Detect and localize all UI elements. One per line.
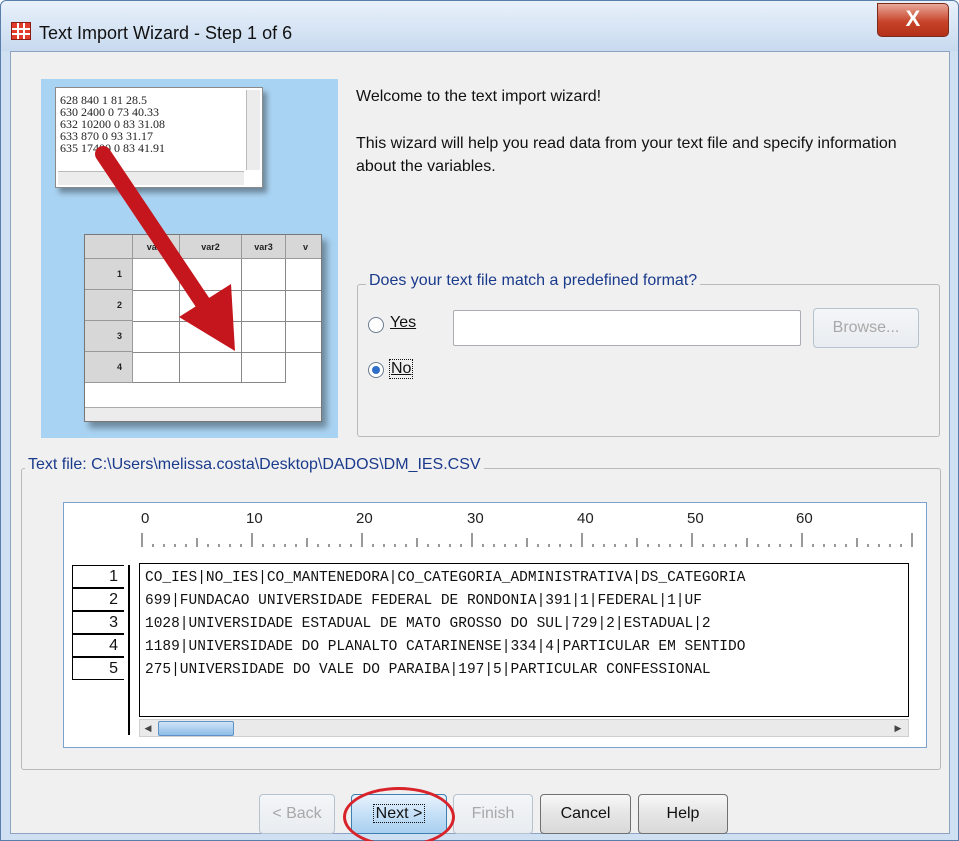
illustration-text-file: 628 840 1 81 28.5 630 2400 0 73 40.33 63…: [55, 87, 263, 188]
no-radio-label[interactable]: No: [389, 359, 414, 379]
spss-grid-icon: [11, 22, 31, 40]
help-button[interactable]: Help: [638, 794, 728, 834]
illustration-scrollbar: [246, 90, 260, 170]
row-number: 3: [72, 611, 124, 634]
title-bar: Text Import Wizard - Step 1 of 6 X: [1, 1, 958, 51]
browse-button[interactable]: Browse...: [813, 308, 919, 348]
grid-column-header: var2: [180, 235, 242, 259]
scroll-right-icon[interactable]: ▶: [890, 720, 906, 736]
yes-radio-label[interactable]: Yes: [390, 314, 416, 332]
next-button-label: Next >: [372, 804, 426, 823]
cancel-button-label: Cancel: [560, 805, 611, 822]
next-button[interactable]: Next >: [351, 794, 447, 834]
format-file-path-input[interactable]: [453, 310, 801, 346]
grid-column-header: var3: [242, 235, 286, 259]
grid-column-header: var1: [133, 235, 180, 259]
wizard-description: This wizard will help you read data from…: [356, 135, 897, 175]
row-number: 2: [72, 588, 124, 611]
yes-radio[interactable]: [368, 317, 384, 333]
illustration-scrollbar: [85, 407, 321, 421]
finish-button-label: Finish: [471, 805, 515, 822]
row-number: 1: [72, 565, 124, 588]
row-number: 5: [72, 657, 124, 680]
illustration-data-grid: var1 var2 var3 v 1 2 3 4: [84, 234, 322, 422]
ruler-ticks: [141, 533, 913, 547]
back-button-label: < Back: [272, 805, 322, 822]
row-number-column: 1 2 3 4 5: [72, 565, 130, 735]
grid-row-number: 1: [85, 259, 133, 290]
grid-row-line: [133, 352, 321, 353]
scroll-left-icon[interactable]: ◀: [140, 720, 156, 736]
finish-button[interactable]: Finish: [453, 794, 533, 834]
text-file-path-label: Text file: C:\Users\melissa.costa\Deskto…: [25, 456, 484, 474]
grid-row-number: 4: [85, 352, 133, 383]
column-ruler: 0 10 20 30 40 50 60: [64, 503, 926, 555]
grid-row-number: 2: [85, 290, 133, 321]
illustration-scrollbar: [58, 171, 244, 185]
row-number: 4: [72, 634, 124, 657]
grid-row-line: [133, 290, 321, 291]
data-line: 699|FUNDACAO UNIVERSIDADE FEDERAL DE RON…: [145, 593, 702, 609]
text-file-preview[interactable]: 0 10 20 30 40 50 60 1 2 3 4 5 CO_IES|NO_…: [63, 502, 927, 748]
welcome-heading: Welcome to the text import wizard!: [356, 88, 602, 105]
data-line: 1189|UNIVERSIDADE DO PLANALTO CATARINENS…: [145, 639, 746, 655]
horizontal-scroll-thumb[interactable]: [158, 721, 234, 736]
close-icon: X: [905, 6, 921, 31]
predefined-format-legend: Does your text file match a predefined f…: [366, 272, 701, 290]
grid-row-number: 3: [85, 321, 133, 352]
illustration-text-line: 635 17400 0 83 41.91: [60, 141, 165, 155]
help-button-label: Help: [666, 805, 700, 822]
data-line: 275|UNIVERSIDADE DO VALE DO PARAIBA|197|…: [145, 662, 711, 678]
predefined-format-group: [357, 284, 940, 437]
data-line: 1028|UNIVERSIDADE ESTADUAL DE MATO GROSS…: [145, 616, 711, 632]
back-button[interactable]: < Back: [259, 794, 335, 834]
grid-corner: [85, 235, 133, 259]
data-preview-box[interactable]: CO_IES|NO_IES|CO_MANTENEDORA|CO_CATEGORI…: [139, 563, 909, 717]
wizard-client-area: 628 840 1 81 28.5 630 2400 0 73 40.33 63…: [10, 51, 950, 841]
window-title: Text Import Wizard - Step 1 of 6: [39, 23, 293, 43]
close-button[interactable]: X: [877, 3, 949, 37]
text-import-wizard-window: Text Import Wizard - Step 1 of 6 X 628 8…: [0, 0, 959, 841]
grid-row-line: [133, 321, 321, 322]
horizontal-scrollbar[interactable]: ◀ ▶: [139, 719, 909, 737]
grid-column-header: v: [286, 235, 321, 259]
no-radio[interactable]: [368, 362, 384, 378]
wizard-illustration: 628 840 1 81 28.5 630 2400 0 73 40.33 63…: [41, 79, 338, 438]
data-line: CO_IES|NO_IES|CO_MANTENEDORA|CO_CATEGORI…: [145, 570, 746, 586]
cancel-button[interactable]: Cancel: [540, 794, 631, 834]
